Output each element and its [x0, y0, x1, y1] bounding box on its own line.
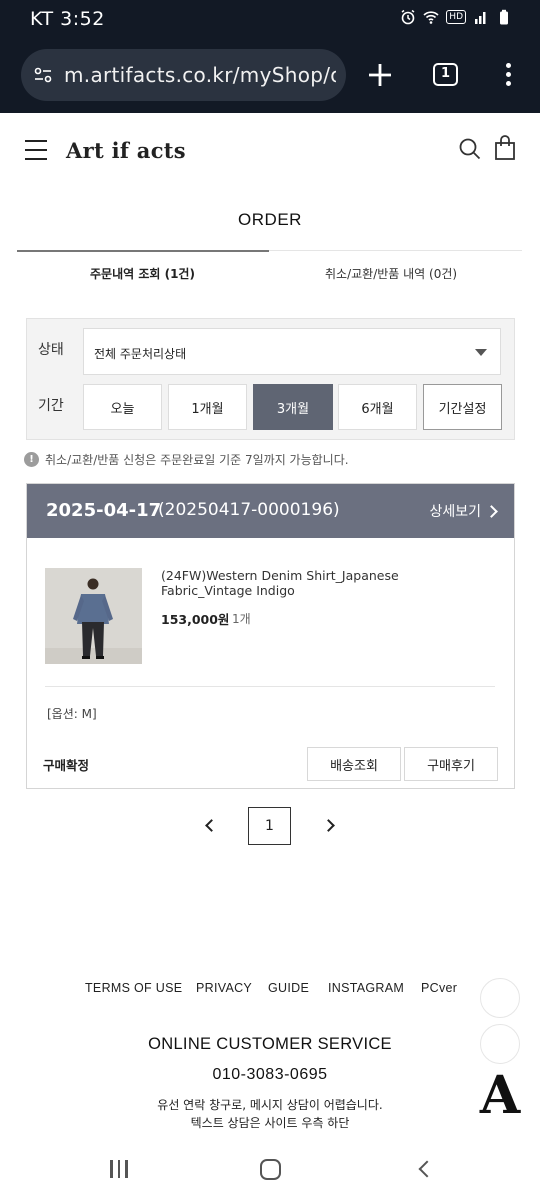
- card-divider: [45, 686, 495, 687]
- hd-badge: HD: [446, 10, 466, 24]
- site-header: Art if acts: [0, 113, 540, 193]
- prev-page-icon[interactable]: [205, 819, 218, 832]
- recent-apps-icon[interactable]: [110, 1160, 128, 1178]
- floating-logo-button[interactable]: A: [476, 1068, 524, 1124]
- order-detail-link[interactable]: 상세보기: [429, 501, 498, 521]
- signal-icon: [475, 12, 486, 24]
- address-bar[interactable]: m.artifacts.co.kr/myShop/o: [21, 49, 346, 101]
- url-text[interactable]: m.artifacts.co.kr/myShop/o: [64, 63, 336, 87]
- product-price: 153,000원: [161, 612, 230, 627]
- info-icon: !: [24, 452, 39, 467]
- notice-text: 취소/교환/반품 신청은 주문완료일 기준 7일까지 가능합니다.: [45, 453, 349, 467]
- home-icon[interactable]: [260, 1159, 281, 1180]
- status-time: KT 3:52: [30, 8, 105, 30]
- wifi-icon: [423, 11, 439, 24]
- tab-cancel-exchange-return[interactable]: 취소/교환/반품 내역 (0건): [325, 265, 457, 282]
- cs-note-2: 텍스트 상담은 사이트 우측 하단: [190, 1116, 350, 1130]
- footer-link-instagram[interactable]: INSTAGRAM: [328, 981, 404, 995]
- product-name[interactable]: (24FW)Western Denim Shirt_Japanese Fabri…: [161, 568, 461, 598]
- back-icon[interactable]: [418, 1160, 436, 1178]
- period-6month-button[interactable]: 6개월: [338, 384, 417, 430]
- order-date: 2025-04-17: [46, 500, 162, 521]
- product-option: [옵션: M]: [47, 707, 97, 721]
- browser-chrome: KT 3:52 HD m.artifacts.co.kr/myShop/o 1: [0, 0, 540, 113]
- alarm-icon: [401, 9, 415, 25]
- site-logo[interactable]: Art if acts: [66, 138, 186, 163]
- order-header: 2025-04-17 (20250417-0000196) 상세보기: [27, 484, 514, 538]
- write-review-button[interactable]: 구매후기: [404, 747, 498, 781]
- search-icon[interactable]: [458, 137, 482, 161]
- caret-down-icon: [475, 349, 487, 356]
- tab-order-history[interactable]: 주문내역 조회 (1건): [90, 265, 195, 282]
- next-page-icon[interactable]: [322, 819, 335, 832]
- detail-link-label: 상세보기: [429, 504, 481, 520]
- page-current[interactable]: 1: [248, 807, 291, 845]
- order-card: 2025-04-17 (20250417-0000196) 상세보기 (24FW…: [26, 483, 515, 789]
- shopping-bag-icon[interactable]: [494, 135, 516, 161]
- product-quantity: 1개: [232, 612, 251, 626]
- order-tabs: 주문내역 조회 (1건) 취소/교환/반품 내역 (0건): [17, 250, 522, 294]
- product-thumbnail[interactable]: [45, 568, 142, 664]
- track-delivery-button[interactable]: 배송조회: [307, 747, 401, 781]
- system-nav-bar: [0, 1138, 540, 1200]
- period-1month-button[interactable]: 1개월: [168, 384, 247, 430]
- cs-phone[interactable]: 010-3083-0695: [0, 1066, 540, 1084]
- period-custom-button[interactable]: 기간설정: [423, 384, 502, 430]
- notice: ! 취소/교환/반품 신청은 주문완료일 기준 7일까지 가능합니다.: [24, 451, 349, 468]
- period-label: 기간: [38, 398, 64, 414]
- footer-link-pcver[interactable]: PCver: [421, 981, 457, 995]
- status-label: 상태: [38, 342, 64, 358]
- battery-icon: [500, 9, 508, 25]
- hamburger-menu-icon[interactable]: [25, 140, 47, 162]
- chevron-right-icon: [485, 504, 498, 518]
- page-title: ORDER: [238, 210, 302, 229]
- new-tab-plus-icon[interactable]: [364, 59, 396, 91]
- floating-button-top[interactable]: [480, 978, 520, 1018]
- cs-title: ONLINE CUSTOMER SERVICE: [148, 1035, 392, 1053]
- footer-link-guide[interactable]: GUIDE: [268, 981, 309, 995]
- period-today-button[interactable]: 오늘: [83, 384, 162, 430]
- cs-note-1: 유선 연락 창구로, 메시지 상담이 어렵습니다.: [157, 1098, 383, 1112]
- footer-link-privacy[interactable]: PRIVACY: [196, 981, 252, 995]
- order-number: (20250417-0000196): [158, 500, 340, 520]
- active-tab-indicator: [17, 250, 269, 252]
- status-select[interactable]: 전체 주문처리상태: [83, 328, 501, 375]
- menu-kebab-icon[interactable]: [500, 60, 516, 90]
- site-settings-icon[interactable]: [33, 65, 53, 85]
- filter-panel: 상태 전체 주문처리상태 기간 오늘 1개월 3개월 6개월 기간설정: [26, 318, 515, 440]
- order-status: 구매확정: [43, 758, 90, 773]
- footer-link-terms[interactable]: TERMS OF USE: [85, 981, 182, 995]
- period-3month-button[interactable]: 3개월: [253, 384, 333, 430]
- status-select-value: 전체 주문처리상태: [94, 347, 187, 361]
- tabs-icon[interactable]: 1: [433, 63, 458, 86]
- status-icons: HD: [400, 9, 512, 25]
